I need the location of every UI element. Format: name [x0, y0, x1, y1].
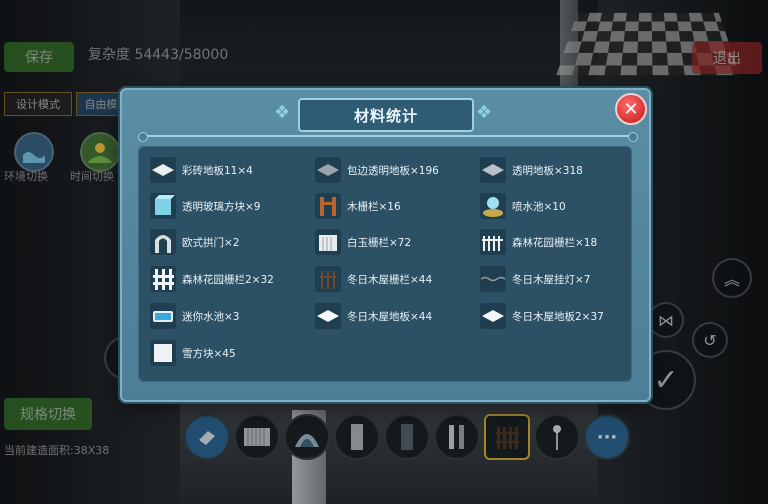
glass-block-icon	[150, 193, 176, 219]
material-item: 白玉栅栏×72	[315, 228, 411, 256]
close-button[interactable]: ✕	[615, 93, 647, 125]
material-item: 冬日木屋挂灯×7	[480, 265, 590, 293]
material-item: 透明地板×318	[480, 156, 583, 184]
material-stats-dialog: ❖ 材料统计 ❖ ✕ 彩砖地板11×4 包边透明地板×196 透明地板×318 …	[120, 88, 651, 402]
ornament-right-icon: ❖	[476, 102, 493, 123]
material-item: 彩砖地板11×4	[150, 156, 253, 184]
material-item: 透明玻璃方块×9	[150, 192, 260, 220]
material-item: 包边透明地板×196	[315, 156, 439, 184]
winter-fence-icon	[315, 266, 341, 292]
wood-fence-icon	[315, 193, 341, 219]
dialog-title: 材料统计	[353, 106, 418, 125]
ornament-left-icon: ❖	[274, 102, 291, 123]
close-icon: ✕	[623, 98, 639, 120]
material-item: 森林花园栅栏×18	[480, 228, 597, 256]
material-item: 木栅栏×16	[315, 192, 401, 220]
snow-block-icon	[150, 340, 176, 366]
dialog-title-banner: 材料统计	[298, 98, 474, 132]
material-item: 冬日木屋地板2×37	[480, 302, 604, 330]
glass-floor-icon	[480, 157, 506, 183]
garden-fence-2-icon	[150, 266, 176, 292]
fountain-icon	[480, 193, 506, 219]
material-item: 迷你水池×3	[150, 302, 239, 330]
material-item: 喷水池×10	[480, 192, 566, 220]
material-item: 森林花园栅栏2×32	[150, 265, 274, 293]
material-item: 欧式拱门×2	[150, 228, 239, 256]
material-item: 冬日木屋地板×44	[315, 302, 432, 330]
edged-glass-floor-icon	[315, 157, 341, 183]
garden-fence-icon	[480, 229, 506, 255]
jade-fence-icon	[315, 229, 341, 255]
winter-floor-icon	[315, 303, 341, 329]
mini-pool-icon	[150, 303, 176, 329]
materials-panel: 彩砖地板11×4 包边透明地板×196 透明地板×318 透明玻璃方块×9 木栅…	[138, 146, 632, 382]
winter-lamp-icon	[480, 266, 506, 292]
tile-floor-icon	[150, 157, 176, 183]
title-divider	[138, 132, 638, 142]
winter-floor-2-icon	[480, 303, 506, 329]
material-item: 雪方块×45	[150, 339, 236, 367]
material-item: 冬日木屋栅栏×44	[315, 265, 432, 293]
arch-door-icon	[150, 229, 176, 255]
